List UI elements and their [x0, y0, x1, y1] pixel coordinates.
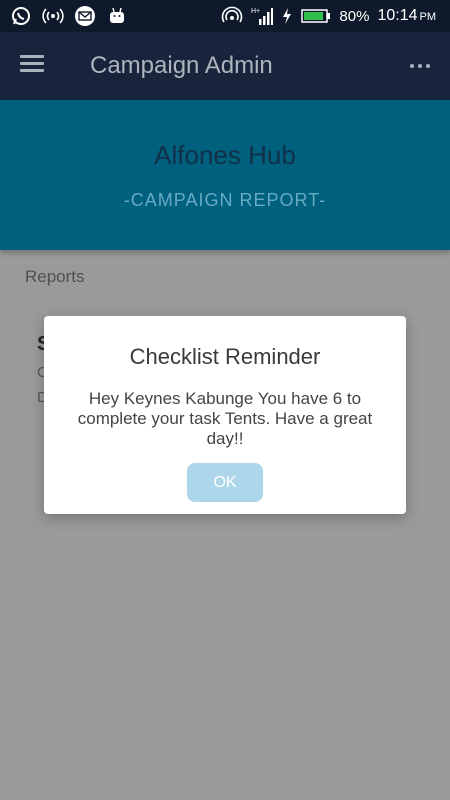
clock-ampm: PM — [419, 11, 437, 23]
status-bar: H+ 80% 10:14 PM — [0, 0, 450, 32]
svg-text:H+: H+ — [251, 8, 260, 15]
hero-banner: Alfones Hub -CAMPAIGN REPORT- — [0, 100, 450, 250]
battery-icon — [301, 5, 331, 27]
hub-subtitle: -CAMPAIGN REPORT- — [123, 190, 327, 210]
dialog-message: Hey Keynes Kabunge You have 6 to complet… — [77, 389, 373, 448]
section-label-reports: Reports — [25, 267, 85, 286]
wifi-hotspot-icon — [221, 5, 243, 27]
app-title: Campaign Admin — [90, 52, 273, 79]
app-bar: Campaign Admin — [0, 32, 450, 100]
charging-icon — [281, 5, 293, 27]
signal-icon: H+ — [251, 5, 274, 27]
android-icon — [106, 5, 128, 27]
clock-time: 10:14 — [377, 7, 418, 24]
dialog-title: Checklist Reminder — [129, 344, 321, 369]
battery-percentage: 80% — [339, 7, 370, 25]
clock: 10:14 PM — [377, 7, 436, 25]
hotspot-icon — [42, 5, 64, 27]
checklist-reminder-dialog: Checklist Reminder Hey Keynes Kabunge Yo… — [44, 316, 406, 514]
mail-icon — [74, 5, 96, 27]
whatsapp-icon — [10, 5, 32, 27]
hamburger-menu-icon[interactable] — [20, 52, 50, 80]
more-horizontal-icon[interactable] — [408, 54, 432, 78]
hub-title: Alfones Hub — [154, 140, 296, 170]
ok-button[interactable]: OK — [187, 463, 263, 502]
